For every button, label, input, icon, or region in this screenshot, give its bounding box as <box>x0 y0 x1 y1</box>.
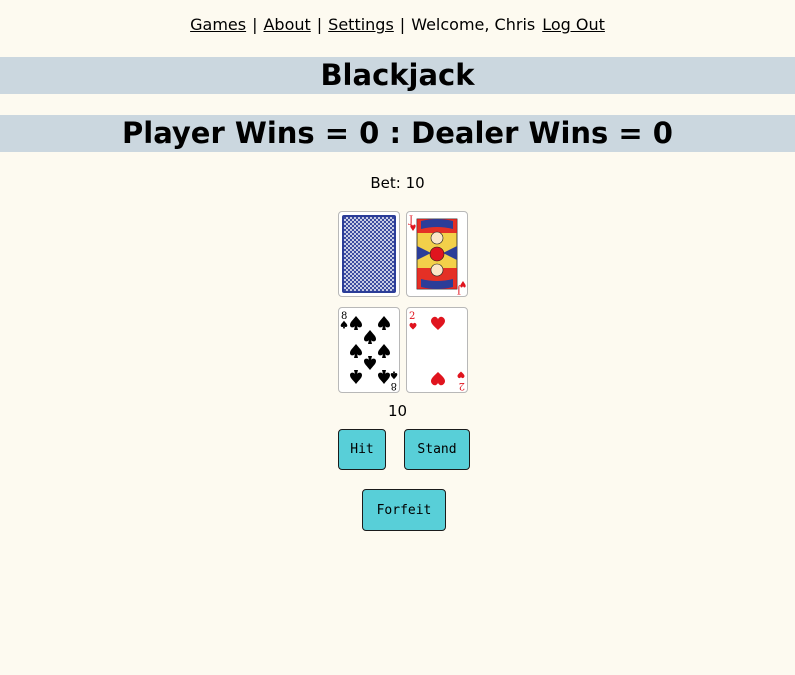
top-nav: Games | About | Settings | Welcome, Chris Log O… <box>0 14 795 36</box>
svg-text:J: J <box>408 215 413 226</box>
stand-button[interactable]: Stand <box>404 429 470 470</box>
svg-text:8: 8 <box>391 380 397 391</box>
two-of-hearts-icon: 2 2 <box>409 311 465 391</box>
page-title: Blackjack <box>0 57 795 94</box>
jack-of-hearts-icon: J J <box>408 215 466 295</box>
dealer-card-jack-of-hearts: J J <box>406 211 468 297</box>
svg-text:2: 2 <box>459 380 465 391</box>
forfeit-button[interactable]: Forfeit <box>362 489 446 531</box>
player-card-eight-of-spades: 8 8 <box>338 307 400 393</box>
welcome-text: Welcome, Chris <box>411 15 536 34</box>
hit-button[interactable]: Hit <box>338 429 386 470</box>
logout-link[interactable]: Log Out <box>542 15 605 34</box>
player-card-two-of-hearts: 2 2 <box>406 307 468 393</box>
nav-separator: | <box>252 15 258 34</box>
nav-separator: | <box>399 15 406 34</box>
nav-settings-link[interactable]: Settings <box>328 15 394 34</box>
score-banner: Player Wins = 0 : Dealer Wins = 0 <box>0 115 795 152</box>
nav-about-link[interactable]: About <box>263 15 310 34</box>
card-back-icon <box>342 215 396 293</box>
dealer-card-face-down <box>338 211 400 297</box>
nav-games-link[interactable]: Games <box>190 15 246 34</box>
svg-text:8: 8 <box>341 311 347 322</box>
bet-amount: Bet: 10 <box>370 174 425 192</box>
player-hand-total: 10 <box>387 402 408 420</box>
eight-of-spades-icon: 8 8 <box>340 311 398 391</box>
svg-text:2: 2 <box>409 311 415 322</box>
nav-separator: | <box>316 15 323 34</box>
